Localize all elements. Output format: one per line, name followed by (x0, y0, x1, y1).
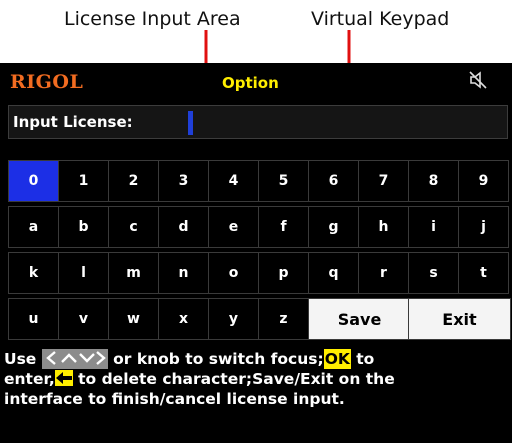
key-z[interactable]: z (258, 298, 309, 340)
brand-logo: RIGOL (10, 71, 84, 93)
key-r[interactable]: r (358, 252, 409, 294)
help-finish-text: interface to finish/cancel license input… (4, 390, 345, 408)
ok-key-icon: OK (323, 349, 351, 369)
backspace-icon (54, 370, 73, 386)
key-d[interactable]: d (158, 206, 209, 248)
text-cursor (188, 111, 193, 135)
key-b[interactable]: b (58, 206, 109, 248)
screen-title: Option (222, 74, 279, 92)
license-input-label: Input License: (13, 113, 133, 131)
key-u[interactable]: u (8, 298, 59, 340)
key-s[interactable]: s (408, 252, 459, 294)
key-x[interactable]: x (158, 298, 209, 340)
key-8[interactable]: 8 (408, 160, 459, 202)
key-y[interactable]: y (208, 298, 259, 340)
license-input-field[interactable]: Input License: (8, 105, 508, 139)
key-e[interactable]: e (208, 206, 259, 248)
callout-license-input-area: License Input Area (64, 8, 241, 30)
key-f[interactable]: f (258, 206, 309, 248)
key-5[interactable]: 5 (258, 160, 309, 202)
key-w[interactable]: w (108, 298, 159, 340)
key-2[interactable]: 2 (108, 160, 159, 202)
key-i[interactable]: i (408, 206, 459, 248)
callout-virtual-keypad: Virtual Keypad (311, 8, 450, 30)
key-v[interactable]: v (58, 298, 109, 340)
help-delete-text: to delete character;Save/Exit on the (72, 370, 395, 388)
key-g[interactable]: g (308, 206, 359, 248)
help-enter-text: enter, (4, 370, 55, 388)
key-1[interactable]: 1 (58, 160, 109, 202)
key-q[interactable]: q (308, 252, 359, 294)
key-0[interactable]: 0 (8, 160, 59, 202)
arrow-keys-icon (41, 349, 108, 369)
key-a[interactable]: a (8, 206, 59, 248)
key-l[interactable]: l (58, 252, 109, 294)
key-n[interactable]: n (158, 252, 209, 294)
mute-icon (469, 71, 487, 89)
device-screen: RIGOL Option Input License: 0123456789 ab… (0, 63, 512, 443)
exit-button[interactable]: Exit (408, 298, 511, 340)
help-text: Use or knob to switch focus;OK to enter,… (4, 349, 508, 409)
key-3[interactable]: 3 (158, 160, 209, 202)
key-9[interactable]: 9 (458, 160, 509, 202)
help-to-text: to (350, 350, 375, 368)
key-j[interactable]: j (458, 206, 509, 248)
key-c[interactable]: c (108, 206, 159, 248)
key-7[interactable]: 7 (358, 160, 409, 202)
help-switch-text: or knob to switch focus; (107, 350, 324, 368)
key-h[interactable]: h (358, 206, 409, 248)
key-p[interactable]: p (258, 252, 309, 294)
save-button[interactable]: Save (308, 298, 411, 340)
key-o[interactable]: o (208, 252, 259, 294)
key-m[interactable]: m (108, 252, 159, 294)
key-k[interactable]: k (8, 252, 59, 294)
help-use-text: Use (4, 350, 37, 368)
key-t[interactable]: t (458, 252, 509, 294)
key-6[interactable]: 6 (308, 160, 359, 202)
key-4[interactable]: 4 (208, 160, 259, 202)
